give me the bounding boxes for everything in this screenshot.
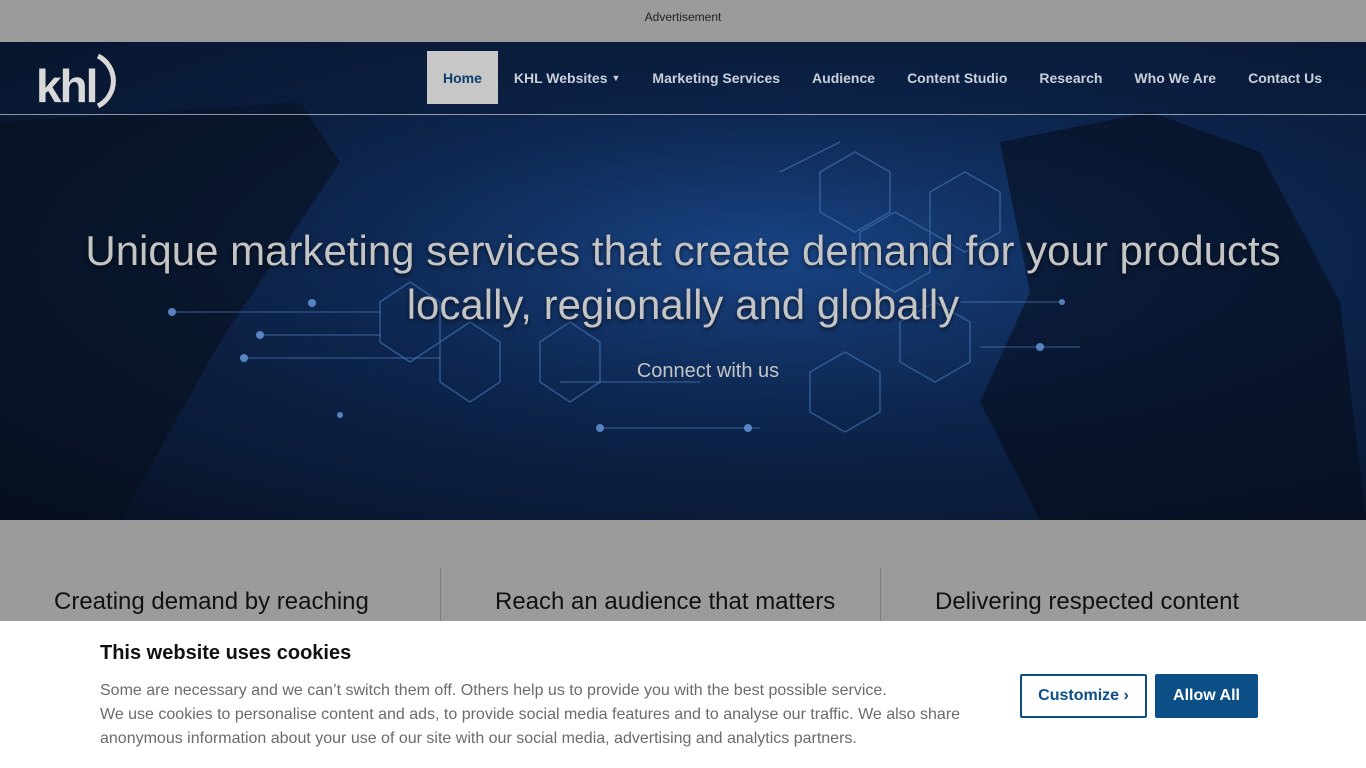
nav-audience[interactable]: Audience [796, 51, 891, 104]
main-nav: Home KHL Websites ▼ Marketing Services A… [426, 51, 1338, 104]
cookie-text-line2: We use cookies to personalise content an… [100, 706, 961, 747]
customize-button[interactable]: Customize › [1020, 674, 1147, 718]
nav-contact-us-label: Contact Us [1248, 69, 1322, 86]
hero-headline-line2: locally, regionally and globally [406, 281, 960, 328]
cookie-banner: This website uses cookies Some are neces… [0, 621, 1366, 768]
feature-title: Reach an audience that matters [495, 588, 836, 615]
nav-audience-label: Audience [812, 69, 876, 86]
allow-all-button[interactable]: Allow All [1155, 674, 1258, 718]
nav-research[interactable]: Research [1023, 51, 1118, 104]
caret-down-icon: ▼ [611, 72, 621, 83]
nav-marketing-services[interactable]: Marketing Services [636, 51, 796, 104]
cookie-banner-text: Some are necessary and we can’t switch t… [100, 679, 980, 751]
nav-khl-websites[interactable]: KHL Websites ▼ [498, 51, 637, 104]
khl-logo[interactable]: khl [36, 50, 132, 108]
nav-khl-websites-label: KHL Websites [513, 69, 608, 86]
feature-title: Delivering respected content [935, 588, 1240, 615]
cookie-banner-title: This website uses cookies [100, 642, 352, 664]
feature-title: Creating demand by reaching [54, 588, 369, 615]
nav-who-we-are[interactable]: Who We Are [1118, 51, 1232, 104]
hero-section: khl Home KHL Websites ▼ Marketing Servic… [0, 42, 1366, 520]
nav-research-label: Research [1039, 69, 1103, 86]
top-navbar: khl Home KHL Websites ▼ Marketing Servic… [0, 42, 1366, 115]
cookie-text-line1: Some are necessary and we can’t switch t… [100, 682, 887, 699]
nav-content-studio-label: Content Studio [907, 69, 1008, 86]
nav-home-label: Home [442, 69, 482, 86]
connect-with-us-link[interactable]: Connect with us [0, 360, 1366, 383]
nav-contact-us[interactable]: Contact Us [1232, 51, 1338, 104]
hero-headline-line1: Unique marketing services that create de… [85, 227, 1281, 274]
nav-home[interactable]: Home [426, 51, 498, 104]
advertisement-label: Advertisement [644, 10, 722, 24]
nav-content-studio[interactable]: Content Studio [891, 51, 1023, 104]
nav-who-we-are-label: Who We Are [1134, 69, 1217, 86]
hero-headline: Unique marketing services that create de… [0, 224, 1366, 332]
advertisement-bar: Advertisement [0, 0, 1366, 42]
logo-text: khl [36, 60, 96, 108]
nav-marketing-services-label: Marketing Services [652, 69, 781, 86]
